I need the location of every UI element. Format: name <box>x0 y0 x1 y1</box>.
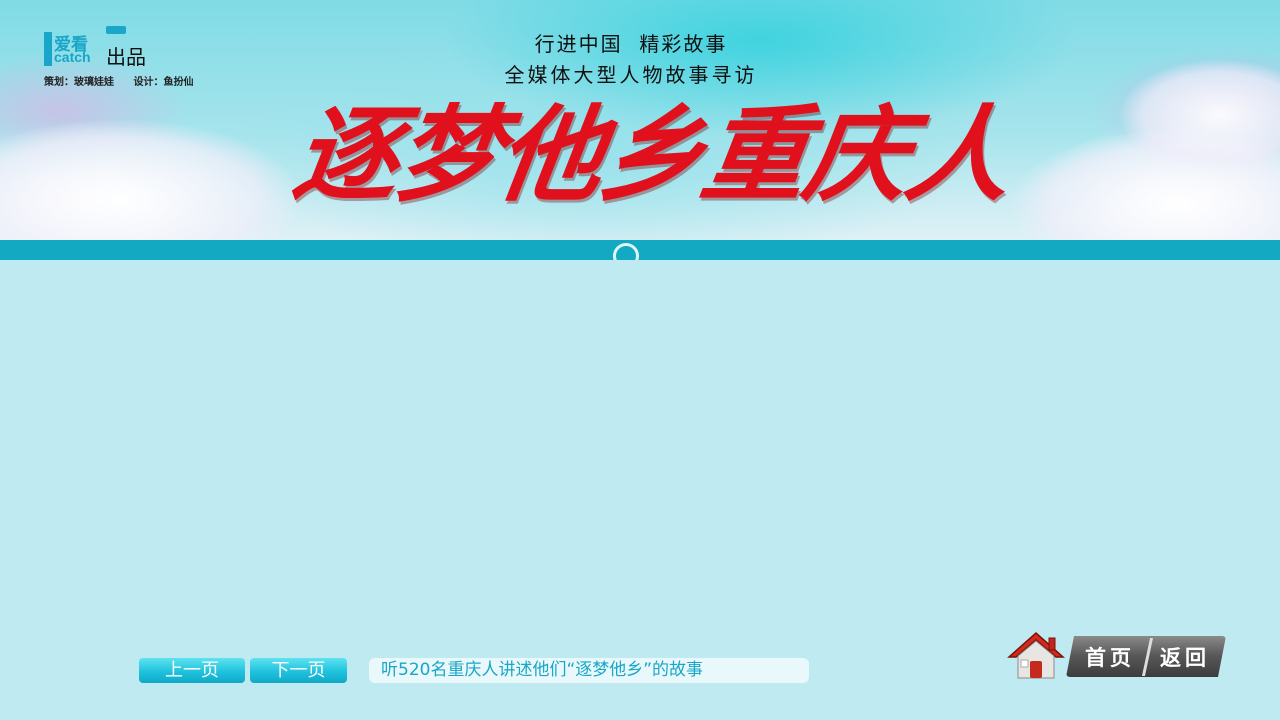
page-caption: 听520名重庆人讲述他们“逐梦他乡”的故事 <box>369 658 809 683</box>
prev-page-button[interactable]: 上一页 <box>139 658 245 683</box>
header-divider-bar <box>0 240 1280 260</box>
home-button[interactable]: 首页 <box>1074 645 1146 671</box>
next-page-button[interactable]: 下一页 <box>250 658 347 683</box>
tagline-line1: 行进中国 精彩故事 <box>534 32 728 56</box>
back-button[interactable]: 返回 <box>1150 645 1220 671</box>
main-title: 逐梦他乡重庆人 <box>286 93 1018 216</box>
house-icon[interactable] <box>1006 630 1066 682</box>
header-banner: 爱看 catch 出品 策划：玻璃娃娃 设计：鱼扮仙 行进中国 精彩故事 全媒体… <box>0 0 1280 240</box>
divider-circle-icon <box>613 243 639 260</box>
